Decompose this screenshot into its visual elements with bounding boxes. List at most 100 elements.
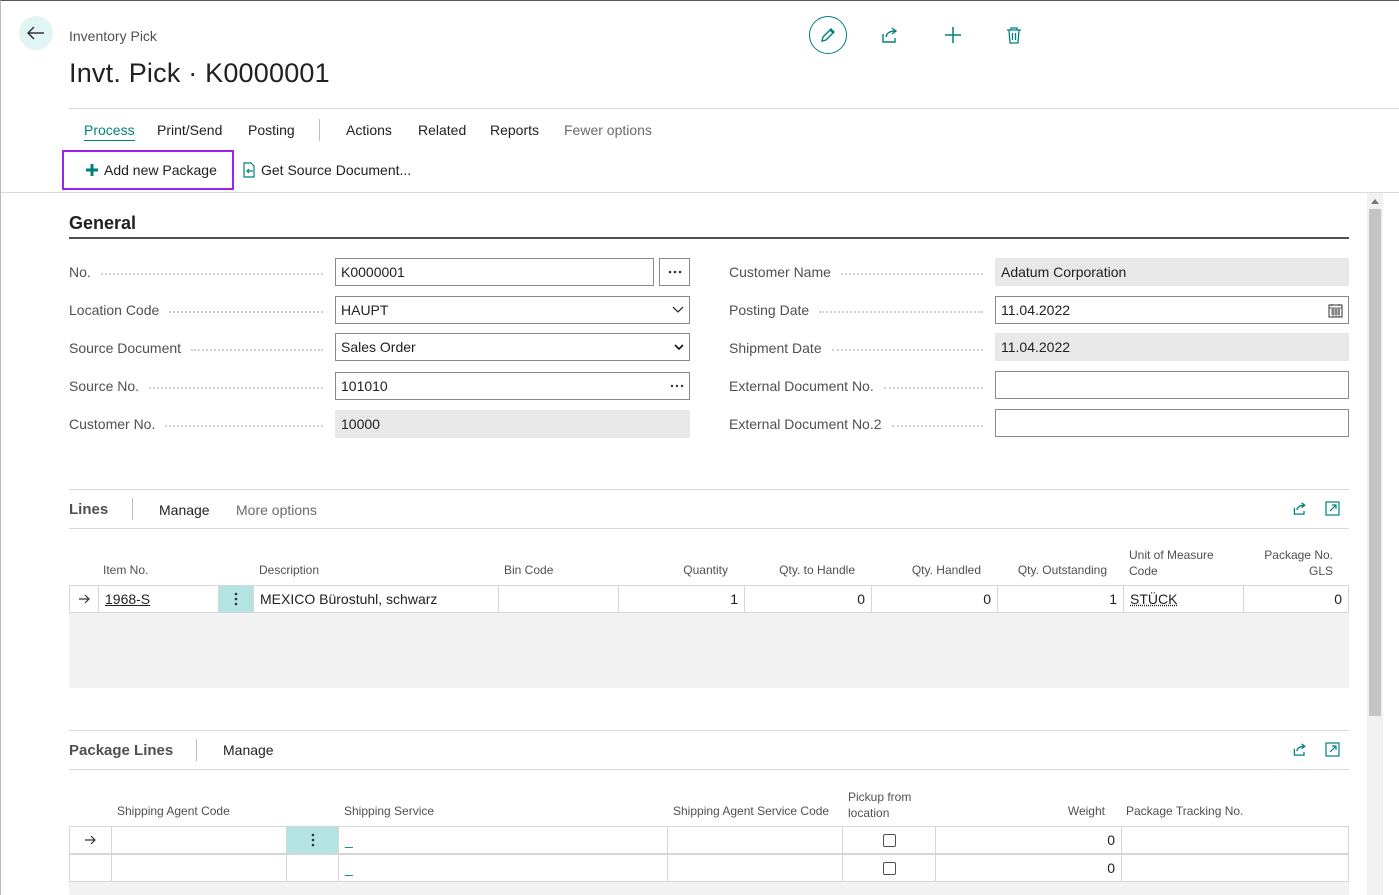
tab-reports[interactable]: Reports [490, 122, 539, 138]
tab-process[interactable]: Process [84, 122, 135, 141]
menu-separator [319, 119, 320, 141]
lines-expand-icon[interactable] [1325, 501, 1340, 516]
package-lines-separator [196, 739, 197, 761]
page-title: Invt. Pick · K0000001 [69, 58, 330, 88]
package-lines-share-icon[interactable] [1292, 742, 1308, 757]
row-menu-button[interactable] [287, 855, 339, 881]
general-underline [69, 237, 1349, 239]
field-label-source-no: Source No. [69, 376, 331, 396]
cell-quantity[interactable]: 1 [619, 586, 745, 612]
back-button[interactable] [19, 16, 53, 50]
cell-shipping-service[interactable]: _ [339, 827, 668, 853]
table-row[interactable]: _ 0 [69, 854, 1349, 882]
breadcrumb: Inventory Pick [69, 28, 157, 44]
cell-shipping-agent-code[interactable] [112, 855, 287, 881]
package-lines-manage-button[interactable]: Manage [223, 742, 274, 758]
col-item-no[interactable]: Item No. [103, 562, 148, 578]
scrollbar-thumb[interactable] [1369, 209, 1381, 716]
lines-more-options-button[interactable]: More options [236, 502, 317, 518]
cell-item-no[interactable]: 1968-S [99, 586, 219, 612]
row-indicator[interactable] [70, 827, 112, 853]
col-quantity[interactable]: Quantity [621, 562, 728, 578]
col-description[interactable]: Description [259, 562, 319, 578]
lines-manage-button[interactable]: Manage [159, 502, 210, 518]
cell-bin-code[interactable] [499, 586, 619, 612]
tab-posting[interactable]: Posting [248, 122, 295, 138]
new-button[interactable] [941, 23, 965, 47]
tab-print-send[interactable]: Print/Send [157, 122, 222, 138]
package-lines-top-divider [69, 730, 1349, 731]
cell-qty-to-handle[interactable]: 0 [745, 586, 872, 612]
vertical-ellipsis-icon [311, 833, 315, 847]
trash-icon [1006, 26, 1022, 44]
table-row[interactable]: 1968-S MEXICO Bürostuhl, schwarz 1 0 0 1… [69, 585, 1349, 613]
cell-pickup-from-location[interactable] [843, 827, 936, 853]
chevron-down-icon [672, 306, 684, 314]
lines-separator [132, 498, 133, 520]
cell-qty-outstanding[interactable]: 1 [998, 586, 1124, 612]
cell-shipping-service[interactable]: _ [339, 855, 668, 881]
cell-shipping-agent-service-code[interactable] [668, 855, 843, 881]
col-bin-code[interactable]: Bin Code [504, 562, 553, 578]
cell-description[interactable]: MEXICO Bürostuhl, schwarz [254, 586, 499, 612]
col-qty-to-handle[interactable]: Qty. to Handle [747, 562, 855, 578]
posting-date-input[interactable]: 11.04.2022 [995, 296, 1349, 324]
field-label-customer-name: Customer Name [729, 262, 991, 282]
col-qty-outstanding[interactable]: Qty. Outstanding [999, 562, 1107, 578]
col-package-no-gls[interactable]: Package No. GLS [1253, 547, 1333, 579]
add-new-package-button[interactable]: Add new Package [62, 150, 234, 190]
cell-shipping-agent-service-code[interactable] [668, 827, 843, 853]
cell-package-no[interactable]: 0 [1244, 586, 1348, 612]
cell-weight[interactable]: 0 [936, 827, 1122, 853]
source-document-select[interactable]: Sales Order [335, 333, 690, 361]
delete-button[interactable] [1002, 23, 1026, 47]
table-row[interactable]: _ 0 [69, 826, 1349, 854]
location-code-select[interactable]: HAUPT [335, 296, 690, 324]
source-no-input[interactable]: 101010 [335, 372, 690, 400]
calendar-icon[interactable] [1328, 303, 1343, 318]
cell-weight[interactable]: 0 [936, 855, 1122, 881]
share-button[interactable] [878, 23, 902, 47]
col-shipping-service[interactable]: Shipping Service [344, 803, 434, 819]
ellipsis-icon[interactable] [670, 384, 684, 388]
col-shipping-agent-code[interactable]: Shipping Agent Code [117, 803, 230, 819]
cell-shipping-agent-code[interactable] [112, 827, 287, 853]
tab-related[interactable]: Related [418, 122, 466, 138]
pickup-checkbox[interactable] [882, 833, 896, 847]
document-import-icon [241, 162, 257, 178]
tab-fewer-options[interactable]: Fewer options [564, 122, 652, 138]
row-indicator[interactable] [70, 855, 112, 881]
lines-share-icon[interactable] [1292, 501, 1308, 516]
package-lines-expand-icon[interactable] [1325, 742, 1340, 757]
scroll-up-icon[interactable] [1370, 197, 1380, 205]
cell-unit-of-measure[interactable]: STÜCK [1124, 586, 1244, 612]
customer-no-field: 10000 [335, 410, 690, 438]
shipment-date-field: 11.04.2022 [995, 333, 1349, 361]
edit-button[interactable] [809, 16, 847, 54]
no-input[interactable]: K0000001 [335, 258, 654, 286]
back-arrow-icon [27, 26, 45, 40]
cell-pickup-from-location[interactable] [843, 855, 936, 881]
arrow-right-icon [78, 594, 91, 604]
lines-title: Lines [69, 501, 109, 518]
tab-actions[interactable]: Actions [346, 122, 392, 138]
no-lookup-button[interactable] [659, 258, 690, 286]
col-qty-handled[interactable]: Qty. Handled [873, 562, 981, 578]
row-menu-button[interactable] [287, 827, 339, 853]
row-indicator[interactable] [70, 586, 99, 612]
external-document-no-input[interactable] [995, 371, 1349, 399]
col-pickup-from-location[interactable]: Pickup from location [848, 789, 928, 821]
col-unit-of-measure-code[interactable]: Unit of Measure Code [1129, 547, 1229, 579]
col-shipping-agent-service-code[interactable]: Shipping Agent Service Code [673, 803, 829, 819]
col-package-tracking-no[interactable]: Package Tracking No. [1126, 803, 1243, 819]
external-document-no2-input[interactable] [995, 409, 1349, 437]
cell-package-tracking-no[interactable] [1122, 827, 1348, 853]
field-label-external-document-no2: External Document No.2 [729, 414, 991, 434]
get-source-document-button[interactable]: Get Source Document... [241, 162, 411, 178]
col-weight[interactable]: Weight [1001, 803, 1105, 819]
cell-qty-handled[interactable]: 0 [872, 586, 998, 612]
cell-package-tracking-no[interactable] [1122, 855, 1348, 881]
row-menu-button[interactable] [219, 586, 254, 612]
pickup-checkbox[interactable] [882, 861, 896, 875]
pencil-icon [819, 26, 837, 44]
